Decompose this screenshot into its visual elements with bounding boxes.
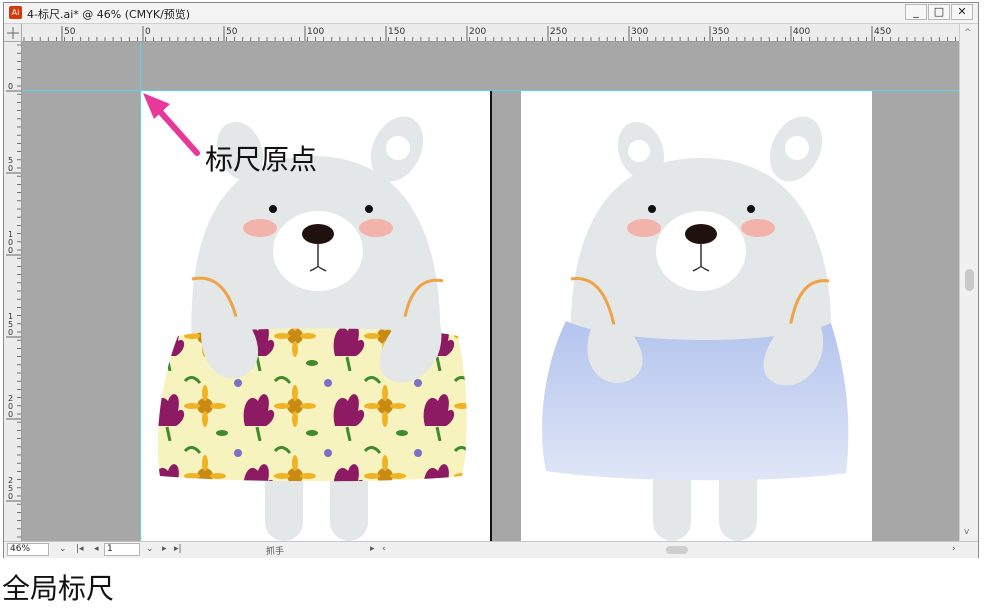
current-tool-label: 抓手	[266, 547, 285, 557]
figure-caption: 全局标尺	[2, 572, 115, 605]
ruler-label: 100	[307, 27, 324, 37]
ruler-label: 0	[145, 27, 151, 37]
bear-illustration-blue	[542, 116, 849, 541]
ruler-label: 250	[550, 27, 567, 37]
vertical-ruler-ticks: 050100150200250	[6, 44, 21, 538]
first-artboard-icon[interactable]: |◂	[76, 544, 84, 554]
guide-vertical[interactable]	[140, 42, 141, 541]
minimize-button[interactable]: _	[905, 4, 927, 20]
artboard-number-field[interactable]: 1	[104, 543, 140, 556]
ruler-label: 350	[712, 27, 729, 37]
title-bar[interactable]: Ai 4-标尺.ai* @ 46% (CMYK/预览) _ □ ✕	[4, 3, 978, 24]
zoom-field[interactable]: 46%	[7, 543, 49, 556]
ruler-label: 50	[64, 27, 76, 37]
status-bar: 46% ⌄ |◂ ◂ 1 ⌄ ▸ ▸| 抓手 ▸ ‹ ›	[4, 541, 978, 558]
artboard-dropdown-icon[interactable]: ⌄	[146, 544, 154, 554]
scroll-down-icon[interactable]: v	[964, 527, 969, 537]
canvas-area[interactable]	[22, 42, 959, 541]
last-artboard-icon[interactable]: ▸|	[174, 544, 182, 554]
ruler-label: 0	[8, 410, 13, 419]
scroll-up-icon[interactable]: ^	[964, 28, 972, 38]
ruler-label: 400	[793, 27, 810, 37]
ruler-label: 0	[8, 82, 13, 91]
scroll-right-icon[interactable]: ›	[952, 544, 956, 554]
document-window: Ai 4-标尺.ai* @ 46% (CMYK/预览) _ □ ✕ 50 0 50 1…	[3, 2, 979, 558]
horizontal-ruler-ticks: 50 0 50 100 150 200 250 300 350 400 450	[23, 26, 956, 41]
ruler-label: 300	[631, 27, 648, 37]
prev-artboard-icon[interactable]: ◂	[94, 544, 99, 554]
vertical-scrollbar[interactable]: ^ v	[959, 24, 978, 541]
vertical-ruler[interactable]: 050100150200250	[4, 42, 22, 541]
ruler-label: 0	[8, 492, 13, 501]
ruler-label: 0	[8, 328, 13, 337]
document-title: 4-标尺.ai* @ 46% (CMYK/预览)	[27, 8, 191, 21]
guide-horizontal[interactable]	[22, 90, 959, 91]
ruler-origin-corner[interactable]	[4, 24, 22, 42]
ruler-label: 0	[8, 246, 13, 255]
artboard-2[interactable]	[521, 91, 872, 541]
ruler-label: 450	[874, 27, 891, 37]
ruler-origin-icon	[7, 27, 19, 39]
scroll-left-icon[interactable]: ‹	[382, 544, 386, 554]
ruler-origin-annotation: 标尺原点	[205, 143, 318, 176]
ruler-label: 50	[226, 27, 238, 37]
maximize-button[interactable]: □	[928, 4, 950, 20]
ruler-label: 150	[388, 27, 405, 37]
illustrator-app-icon: Ai	[9, 6, 22, 19]
zoom-dropdown-icon[interactable]: ⌄	[59, 544, 67, 554]
scroll-thumb-vertical[interactable]	[965, 269, 974, 291]
ruler-label: 0	[8, 164, 13, 173]
horizontal-ruler[interactable]: 50 0 50 100 150 200 250 300 350 400 450	[22, 24, 959, 42]
close-button[interactable]: ✕	[951, 4, 973, 20]
scroll-thumb-horizontal[interactable]	[666, 546, 688, 554]
status-menu-icon[interactable]: ▸	[370, 544, 375, 554]
ruler-label: 200	[469, 27, 486, 37]
artboard-edge	[490, 91, 492, 541]
next-artboard-icon[interactable]: ▸	[162, 544, 167, 554]
